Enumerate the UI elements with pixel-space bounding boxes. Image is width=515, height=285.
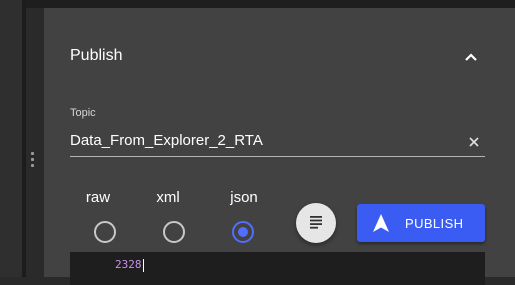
top-band bbox=[26, 0, 515, 8]
publish-button[interactable]: PUBLISH bbox=[357, 204, 485, 242]
topic-input[interactable]: Data_From_Explorer_2_RTA bbox=[70, 132, 263, 149]
panel-title: Publish bbox=[70, 47, 123, 64]
editor-text: 2328 bbox=[115, 258, 142, 271]
format-label-raw: raw bbox=[85, 189, 111, 206]
radio-selected-dot bbox=[238, 227, 248, 237]
text-caret bbox=[142, 258, 144, 272]
editor-line: 2328 bbox=[115, 258, 144, 272]
radio-raw[interactable] bbox=[94, 221, 116, 243]
format-button[interactable] bbox=[296, 203, 336, 243]
format-label-json: json bbox=[230, 189, 258, 206]
format-label-xml: xml bbox=[156, 189, 180, 206]
panel-divider bbox=[22, 0, 26, 277]
topic-underline bbox=[70, 156, 485, 157]
close-icon[interactable] bbox=[466, 134, 482, 150]
align-left-icon bbox=[310, 216, 322, 229]
radio-xml[interactable] bbox=[163, 221, 185, 243]
radio-json[interactable] bbox=[232, 221, 254, 243]
drag-handle-icon[interactable] bbox=[30, 152, 36, 172]
chevron-up-icon[interactable] bbox=[460, 46, 482, 68]
navigation-arrow-icon bbox=[373, 214, 389, 232]
topic-label: Topic bbox=[70, 107, 96, 119]
publish-panel: Publish Topic Data_From_Explorer_2_RTA r… bbox=[44, 8, 515, 285]
publish-label: PUBLISH bbox=[405, 216, 464, 231]
left-strip bbox=[0, 0, 22, 277]
message-editor[interactable]: 2328 bbox=[70, 252, 485, 285]
